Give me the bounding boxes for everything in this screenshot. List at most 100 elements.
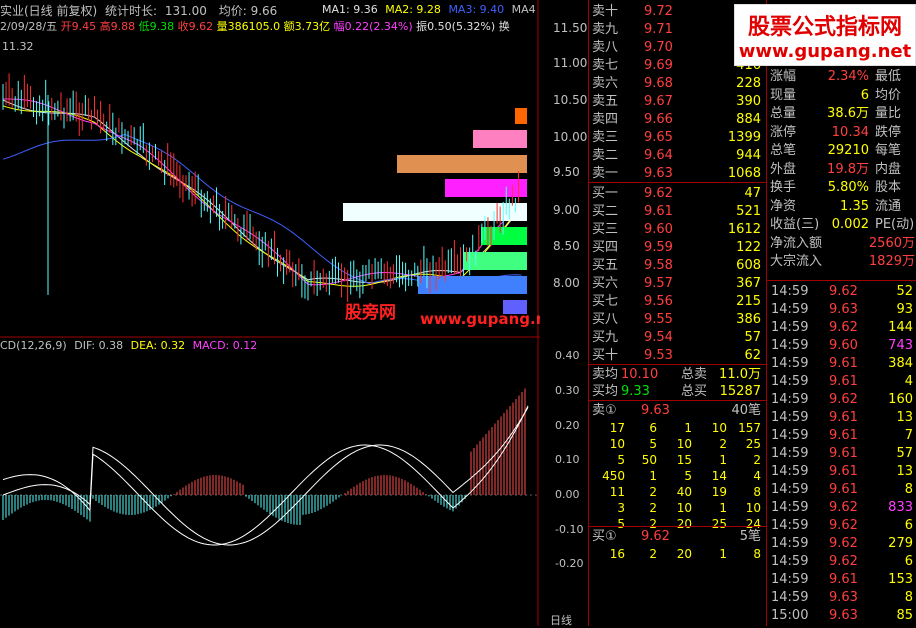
- stat-row: 净流入额 2560万: [767, 235, 916, 253]
- tick-row[interactable]: 14:59 9.61 8: [767, 481, 916, 499]
- sell_book-row[interactable]: 卖四 9.66 884: [589, 111, 767, 129]
- tick-price: 9.63: [829, 608, 858, 623]
- stats-panel: 股票公式指标网 www.gupang.net 涨幅 2.34% 最低 现量 6 均价 总量 3…: [734, 0, 916, 626]
- stat-value: 29210: [827, 143, 869, 158]
- tick-price: 9.62: [829, 536, 858, 551]
- summary-value: 10.10: [621, 367, 659, 382]
- buy_book-volume: 47: [744, 186, 761, 201]
- amount-value: 额3.73亿: [283, 20, 331, 33]
- buy_book-price: 9.62: [644, 186, 673, 201]
- tick-row[interactable]: 14:59 9.62 160: [767, 391, 916, 409]
- buy_book-price: 9.60: [644, 222, 673, 237]
- high-marker: 11.32: [2, 40, 34, 53]
- buy_book-price: 9.61: [644, 204, 673, 219]
- book-divider-3: [589, 400, 767, 401]
- tick-row[interactable]: 14:59 9.61 384: [767, 355, 916, 373]
- summary-label: 买均: [592, 384, 619, 399]
- dif-line: [2, 407, 529, 546]
- tick-time: 14:59: [771, 284, 809, 299]
- dif-value: DIF: 0.38: [74, 339, 124, 352]
- sell_book-label: 卖九: [592, 22, 619, 37]
- sell_book-row[interactable]: 卖二 9.64 944: [589, 147, 767, 165]
- macd-axis: 0.40 0.30 0.20 0.10 0.00 -0.10 -0.20: [543, 338, 588, 626]
- sell_book-volume: 944: [736, 148, 761, 163]
- tick-row[interactable]: 14:59 9.62 6: [767, 517, 916, 535]
- price-axis-label: 9.00: [553, 203, 580, 217]
- buy_book-volume: 608: [736, 258, 761, 273]
- tick-price: 9.61: [829, 410, 858, 425]
- buy_book-label: 买一: [592, 186, 619, 201]
- sell_book-price: 9.71: [644, 22, 673, 37]
- buy_book-row[interactable]: 买八 9.55 386: [589, 311, 767, 329]
- sell_book-volume: 390: [736, 94, 761, 109]
- price-axis-label: 11.00: [553, 56, 588, 70]
- price-axis-label: 8.50: [553, 239, 580, 253]
- sell1_detail-queue-cell: 2: [649, 485, 657, 499]
- buy1_detail-queue-cell: 8: [753, 547, 761, 561]
- tick-volume: 13: [896, 464, 913, 479]
- tick-row[interactable]: 14:59 9.62 6: [767, 553, 916, 571]
- macd-axis-label: 0.10: [555, 453, 580, 466]
- sell_book-row[interactable]: 卖一 9.63 1068: [589, 165, 767, 183]
- cost-distribution-bar: [445, 179, 527, 197]
- buy_book-row[interactable]: 买三 9.60 1612: [589, 221, 767, 239]
- high-marker-value: 11.32: [2, 40, 34, 53]
- tick-row[interactable]: 14:59 9.61 57: [767, 445, 916, 463]
- tick-row[interactable]: 14:59 9.63 8: [767, 589, 916, 607]
- tick-time: 14:59: [771, 500, 809, 515]
- low-value: 低9.38: [138, 20, 175, 33]
- tick-row[interactable]: 14:59 9.61 13: [767, 463, 916, 481]
- tick-volume: 833: [888, 500, 913, 515]
- buy_book-row[interactable]: 买十 9.53 62: [589, 347, 767, 365]
- tick-volume: 8: [904, 590, 913, 605]
- tick-time: 14:59: [771, 410, 809, 425]
- sell1_detail-queue-cell: 4: [753, 469, 761, 483]
- buy_book-row[interactable]: 买七 9.56 215: [589, 293, 767, 311]
- buy_book-label: 买二: [592, 204, 619, 219]
- tick-row[interactable]: 14:59 9.62 833: [767, 499, 916, 517]
- tick-time: 14:59: [771, 464, 809, 479]
- buy_book-row[interactable]: 买四 9.59 122: [589, 239, 767, 257]
- buy_book-row[interactable]: 买二 9.61 521: [589, 203, 767, 221]
- macd-chart[interactable]: [0, 338, 540, 626]
- buy_book-label: 买十: [592, 348, 619, 363]
- tick-row[interactable]: 15:00 9.63 85: [767, 607, 916, 625]
- buy_book-volume: 57: [744, 330, 761, 345]
- sell_book-row[interactable]: 卖三 9.65 1399: [589, 129, 767, 147]
- tick-row[interactable]: 14:59 9.61 4: [767, 373, 916, 391]
- tick-price: 9.62: [829, 500, 858, 515]
- buy_book-label: 买三: [592, 222, 619, 237]
- chart-title: 实业(日线 前复权): [0, 4, 98, 18]
- stat-row: 总量 38.6万 量比: [767, 105, 916, 123]
- buy_book-row[interactable]: 买六 9.57 367: [589, 275, 767, 293]
- price-chart[interactable]: 股旁网 www.gupang.net: [0, 0, 540, 338]
- sell_book-price: 9.69: [644, 58, 673, 73]
- sell_book-row[interactable]: 卖五 9.67 390: [589, 93, 767, 111]
- tick-row[interactable]: 14:59 9.61 7: [767, 427, 916, 445]
- open-value: 开9.45: [60, 20, 97, 33]
- stat-label-2: 量比: [875, 106, 902, 121]
- tick-row[interactable]: 14:59 9.63 93: [767, 301, 916, 319]
- tick-row[interactable]: 14:59 9.62 279: [767, 535, 916, 553]
- macd-value: MACD: 0.12: [192, 339, 258, 352]
- tick-row[interactable]: 14:59 9.61 153: [767, 571, 916, 589]
- sell_book-price: 9.64: [644, 148, 673, 163]
- tick-row[interactable]: 14:59 9.60 743: [767, 337, 916, 355]
- cost-distribution-bar: [418, 276, 527, 294]
- buy1_detail-header: 买① 9.62 5笔: [589, 528, 767, 546]
- buy_book-row[interactable]: 买五 9.58 608: [589, 257, 767, 275]
- tick-row[interactable]: 14:59 9.62 52: [767, 283, 916, 301]
- stat-label: 大宗流入: [770, 254, 823, 269]
- tick-price: 9.62: [829, 320, 858, 335]
- sell1_detail-queue-cell: 2: [649, 501, 657, 515]
- tick-row[interactable]: 14:59 9.61 13: [767, 409, 916, 427]
- tick-row[interactable]: 14:59 9.62 144: [767, 319, 916, 337]
- buy1_detail-queue-cell: 20: [676, 547, 692, 561]
- stat-label-2: 内盘: [875, 161, 902, 177]
- sell_book-volume: 1068: [727, 166, 761, 181]
- macd-axis-label: 0.30: [555, 384, 580, 397]
- sell_book-row[interactable]: 卖六 9.68 228: [589, 75, 767, 93]
- buy_book-row[interactable]: 买一 9.62 47: [589, 185, 767, 203]
- macd-axis-label: 0.40: [555, 349, 580, 362]
- buy_book-row[interactable]: 买九 9.54 57: [589, 329, 767, 347]
